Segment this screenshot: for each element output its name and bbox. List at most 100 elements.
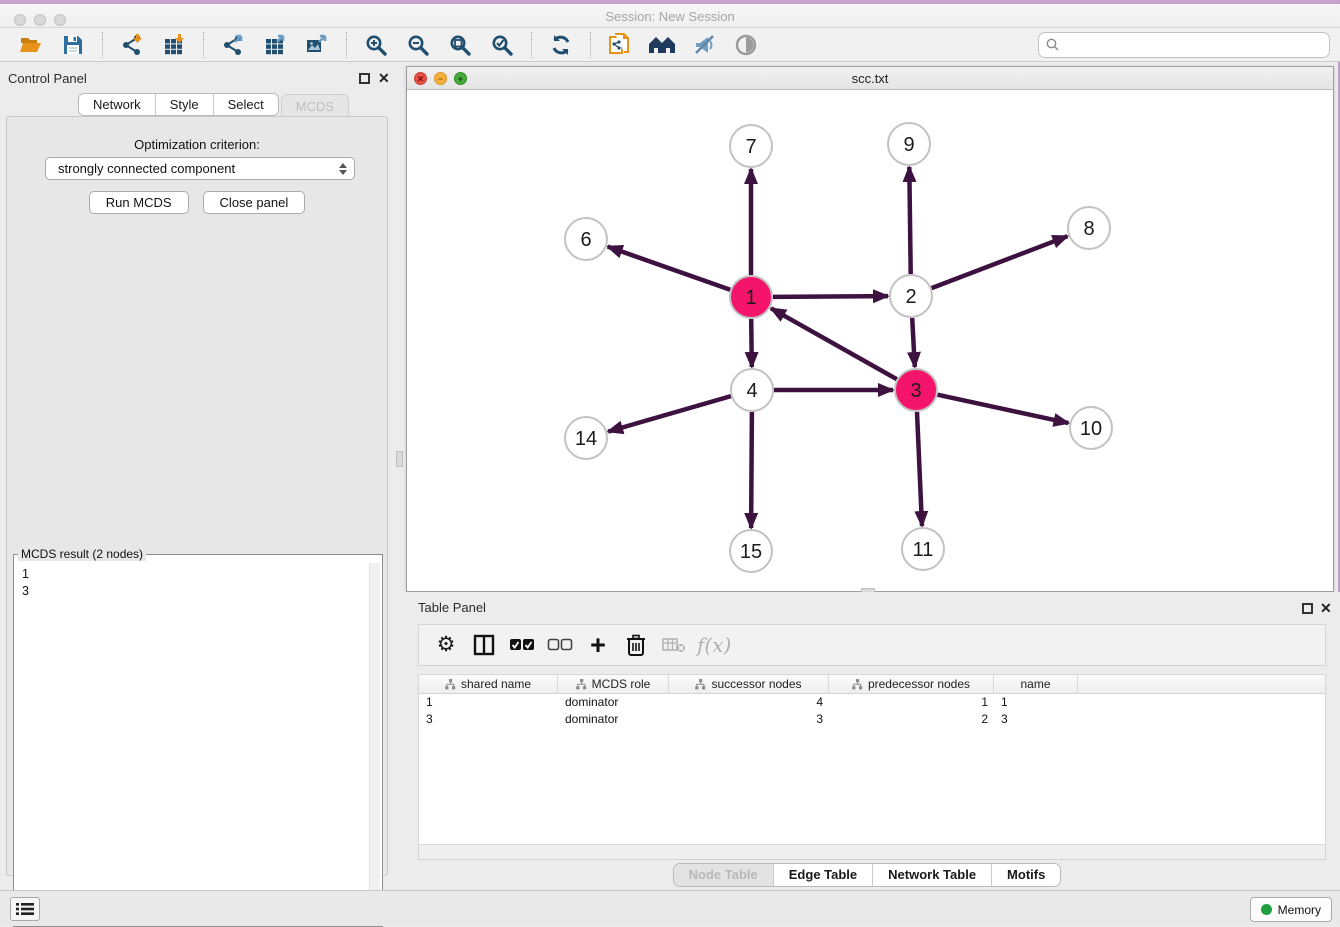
- export-image-icon[interactable]: [302, 30, 332, 60]
- cell-successor-nodes[interactable]: 4: [669, 694, 829, 711]
- tab-network-table[interactable]: Network Table: [873, 864, 992, 886]
- home-icon[interactable]: [647, 30, 677, 60]
- tab-mcds[interactable]: MCDS: [281, 94, 349, 117]
- delete-icon[interactable]: [621, 630, 651, 660]
- graph-node-9[interactable]: 9: [888, 123, 930, 165]
- column-header-shared-name[interactable]: shared name: [419, 675, 558, 693]
- mcds-result-list[interactable]: 13: [16, 563, 368, 603]
- window-title: Session: New Session: [0, 9, 1340, 24]
- save-icon[interactable]: [58, 30, 88, 60]
- zoom-selected-icon[interactable]: [487, 30, 517, 60]
- graph-node-10[interactable]: 10: [1070, 407, 1112, 449]
- graph-node-2[interactable]: 2: [890, 275, 932, 317]
- import-network-icon[interactable]: [117, 30, 147, 60]
- add-icon[interactable]: +: [583, 630, 613, 660]
- table-hscrollbar[interactable]: [418, 845, 1326, 860]
- refresh-layout-icon[interactable]: [546, 30, 576, 60]
- vertical-splitter-handle[interactable]: [396, 451, 403, 467]
- eye-icon[interactable]: [731, 30, 761, 60]
- cell-name[interactable]: 3: [994, 711, 1078, 728]
- graph-node-11[interactable]: 11: [902, 528, 944, 570]
- optimization-criterion-label: Optimization criterion:: [7, 137, 387, 152]
- network-window-title: scc.txt: [407, 71, 1333, 86]
- mute-announcements-icon[interactable]: [689, 30, 719, 60]
- float-table-panel-icon[interactable]: [1302, 603, 1313, 614]
- search-box[interactable]: [1038, 32, 1330, 58]
- network-window-titlebar[interactable]: ✕ − + scc.txt: [407, 67, 1333, 90]
- graph-edge-3-10[interactable]: [938, 395, 1069, 423]
- graph-edge-4-15[interactable]: [751, 412, 752, 528]
- graph-edge-3-11[interactable]: [917, 412, 922, 526]
- tab-motifs[interactable]: Motifs: [992, 864, 1060, 886]
- network-canvas[interactable]: 7 9 6 8 1 2 4 3 14 10 15 11: [407, 90, 1333, 591]
- cell-predecessor-nodes[interactable]: 2: [829, 711, 994, 728]
- table-row[interactable]: 3dominator323: [419, 711, 1325, 728]
- graph-edge-4-14[interactable]: [608, 396, 731, 432]
- deselect-checks-icon[interactable]: [545, 630, 575, 660]
- cell-predecessor-nodes[interactable]: 1: [829, 694, 994, 711]
- toolbar-separator: [346, 32, 347, 58]
- cell-MCDS-role[interactable]: dominator: [558, 694, 669, 711]
- cell-shared-name[interactable]: 1: [419, 694, 558, 711]
- graph-edge-2-3[interactable]: [912, 318, 915, 367]
- settings-icon[interactable]: ⚙: [431, 630, 461, 660]
- graph-edge-1-2[interactable]: [773, 296, 888, 297]
- graph-node-1[interactable]: 1: [730, 276, 772, 318]
- graph-node-3[interactable]: 3: [895, 369, 937, 411]
- tab-node-table[interactable]: Node Table: [674, 864, 774, 886]
- column-header-predecessor-nodes[interactable]: predecessor nodes: [829, 675, 994, 693]
- network-view-window: ✕ − + scc.txt 7 9 6 8 1 2 4 3 14 10 15 11: [406, 66, 1334, 592]
- control-panel-tabbar: NetworkStyleSelectMCDS: [78, 93, 349, 116]
- export-table-icon[interactable]: [260, 30, 290, 60]
- columns-icon[interactable]: [469, 630, 499, 660]
- select-all-checks-icon[interactable]: [507, 630, 537, 660]
- graph-edge-2-8[interactable]: [932, 236, 1068, 288]
- graph-node-7[interactable]: 7: [730, 125, 772, 167]
- zoom-in-icon[interactable]: [361, 30, 391, 60]
- toolbar-separator: [531, 32, 532, 58]
- tab-edge-table[interactable]: Edge Table: [774, 864, 873, 886]
- memory-button-label: Memory: [1278, 903, 1321, 917]
- close-panel-icon[interactable]: ✕: [378, 70, 390, 87]
- column-header-MCDS-role[interactable]: MCDS role: [558, 675, 669, 693]
- tab-network[interactable]: Network: [79, 94, 156, 115]
- node-label: 14: [575, 428, 597, 450]
- table-header-row: shared nameMCDS rolesuccessor nodesprede…: [419, 675, 1325, 694]
- tab-style[interactable]: Style: [156, 94, 214, 115]
- control-panel-title: Control Panel: [8, 71, 87, 86]
- graph-edge-1-4[interactable]: [751, 319, 752, 367]
- column-header-successor-nodes[interactable]: successor nodes: [669, 675, 829, 693]
- cell-successor-nodes[interactable]: 3: [669, 711, 829, 728]
- graph-node-15[interactable]: 15: [730, 530, 772, 572]
- cell-MCDS-role[interactable]: dominator: [558, 711, 669, 728]
- zoom-fit-icon[interactable]: [445, 30, 475, 60]
- graph-node-4[interactable]: 4: [731, 369, 773, 411]
- cell-name[interactable]: 1: [994, 694, 1078, 711]
- open-folder-icon[interactable]: [16, 30, 46, 60]
- import-table-icon[interactable]: [159, 30, 189, 60]
- result-scrollbar[interactable]: [369, 563, 380, 924]
- graph-edge-1-6[interactable]: [608, 247, 731, 290]
- search-input[interactable]: [1061, 35, 1329, 55]
- graph-node-8[interactable]: 8: [1068, 207, 1110, 249]
- graph-node-14[interactable]: 14: [565, 417, 607, 459]
- open-network-file-icon[interactable]: [605, 30, 635, 60]
- close-panel-button[interactable]: Close panel: [203, 191, 306, 214]
- zoom-out-icon[interactable]: [403, 30, 433, 60]
- graph-edge-2-9[interactable]: [909, 167, 910, 274]
- export-network-icon[interactable]: [218, 30, 248, 60]
- column-header-name[interactable]: name: [994, 675, 1078, 693]
- float-panel-icon[interactable]: [359, 73, 370, 84]
- status-bar: Memory: [0, 890, 1340, 926]
- table-row[interactable]: 1dominator411: [419, 694, 1325, 711]
- task-history-button[interactable]: [10, 897, 40, 921]
- graph-edge-3-1[interactable]: [771, 308, 897, 379]
- tab-select[interactable]: Select: [214, 94, 278, 115]
- criterion-dropdown[interactable]: strongly connected component: [45, 157, 355, 180]
- graph-node-6[interactable]: 6: [565, 218, 607, 260]
- cell-shared-name[interactable]: 3: [419, 711, 558, 728]
- mcds-panel: Optimization criterion: strongly connect…: [6, 116, 388, 876]
- run-mcds-button[interactable]: Run MCDS: [89, 191, 189, 214]
- close-table-panel-icon[interactable]: ✕: [1320, 600, 1332, 617]
- memory-button[interactable]: Memory: [1250, 897, 1332, 922]
